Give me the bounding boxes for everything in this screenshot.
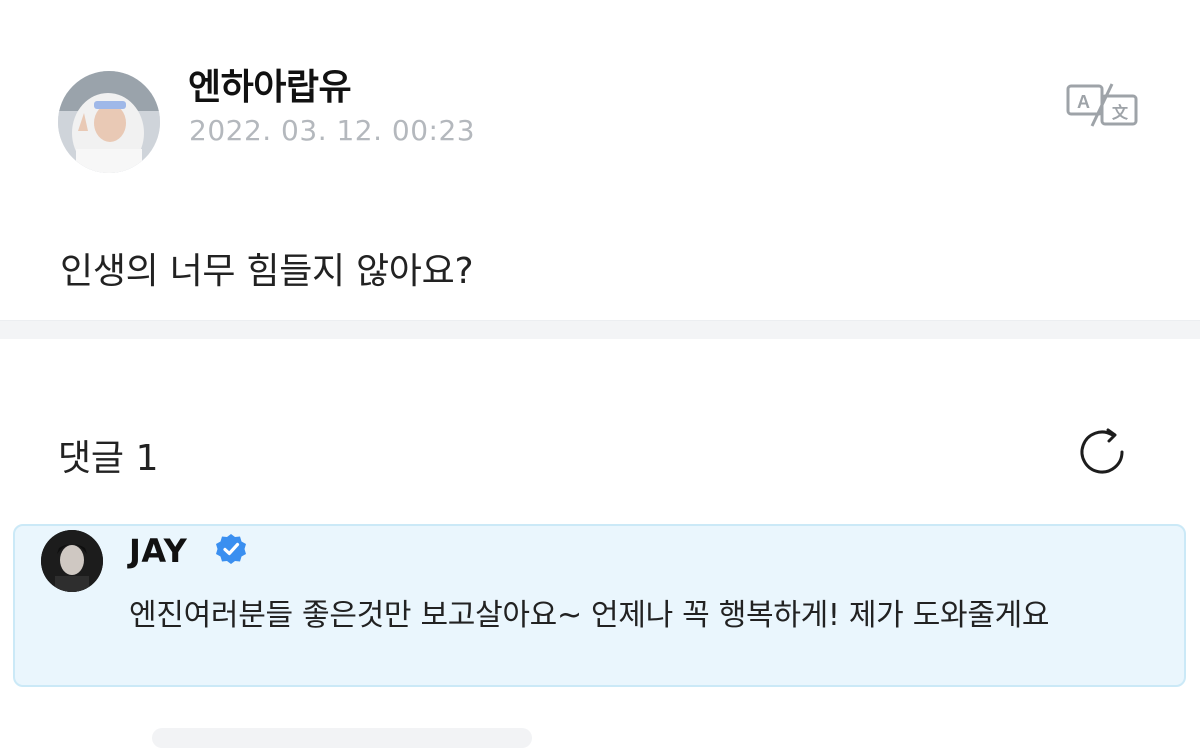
comments-title-label: 댓글 [58,438,124,479]
translate-icon: A 文 [1066,83,1138,127]
commenter-avatar-image [41,530,103,592]
post-timestamp: 2022. 03. 12. 00:23 [189,114,476,147]
author-avatar-image [58,71,160,173]
post-header: 엔하아랍유 2022. 03. 12. 00:23 A 文 [0,0,1200,200]
refresh-button[interactable] [1072,422,1132,482]
author-name[interactable]: 엔하아랍유 [188,58,352,110]
verified-badge-icon [214,532,248,566]
refresh-icon [1080,428,1124,474]
comments-header: 댓글 1 [58,429,159,481]
commenter-name[interactable]: JAY [129,532,187,570]
comment-item[interactable]: JAY 엔진여러분들 좋은것만 보고살아요~ 언제나 꼭 행복하게! 제가 도와… [13,524,1186,687]
comments-count: 1 [135,438,159,479]
svg-text:A: A [1077,92,1090,112]
post-body: 인생의 너무 힘들지 않아요? [60,251,474,292]
commenter-avatar[interactable] [41,530,103,592]
translate-button[interactable]: A 文 [1062,80,1142,130]
next-comment-preview [152,728,532,748]
comment-text: 엔진여러분들 좋은것만 보고살아요~ 언제나 꼭 행복하게! 제가 도와줄게요 [129,598,1050,633]
section-divider [0,320,1200,339]
author-avatar[interactable] [58,71,160,173]
svg-text:文: 文 [1112,103,1129,122]
